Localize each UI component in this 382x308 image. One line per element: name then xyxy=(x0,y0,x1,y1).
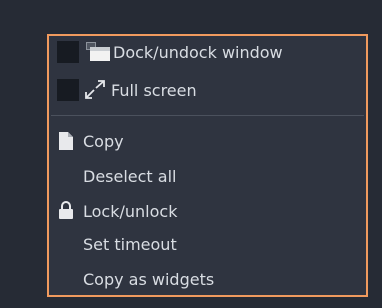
menu-separator xyxy=(51,115,364,116)
fullscreen-checkbox[interactable] xyxy=(57,79,79,101)
menu-item-deselect-all[interactable]: Deselect all xyxy=(49,161,366,191)
menu-item-label: Copy as widgets xyxy=(83,269,215,289)
dock-window-icon xyxy=(86,42,110,61)
menu-item-set-timeout[interactable]: Set timeout xyxy=(49,229,366,259)
menu-item-label: Copy xyxy=(83,131,124,151)
menu-item-label: Lock/unlock xyxy=(83,201,178,221)
menu-item-label: Dock/undock window xyxy=(113,42,283,62)
context-menu: Dock/undock window Full screen Copy Dese… xyxy=(47,34,368,297)
menu-item-copy[interactable]: Copy xyxy=(49,126,366,156)
menu-item-label: Deselect all xyxy=(83,166,177,186)
menu-item-label: Full screen xyxy=(111,80,197,100)
menu-item-lock-unlock[interactable]: Lock/unlock xyxy=(49,196,366,226)
menu-item-dock-undock-window[interactable]: Dock/undock window xyxy=(49,37,366,67)
menu-item-copy-as-widgets[interactable]: Copy as widgets xyxy=(49,264,366,294)
fullscreen-icon xyxy=(85,80,105,99)
dock-checkbox[interactable] xyxy=(57,41,79,63)
document-icon xyxy=(59,132,73,150)
menu-item-label: Set timeout xyxy=(83,234,177,254)
menu-item-full-screen[interactable]: Full screen xyxy=(49,75,366,105)
lock-icon xyxy=(59,201,73,219)
